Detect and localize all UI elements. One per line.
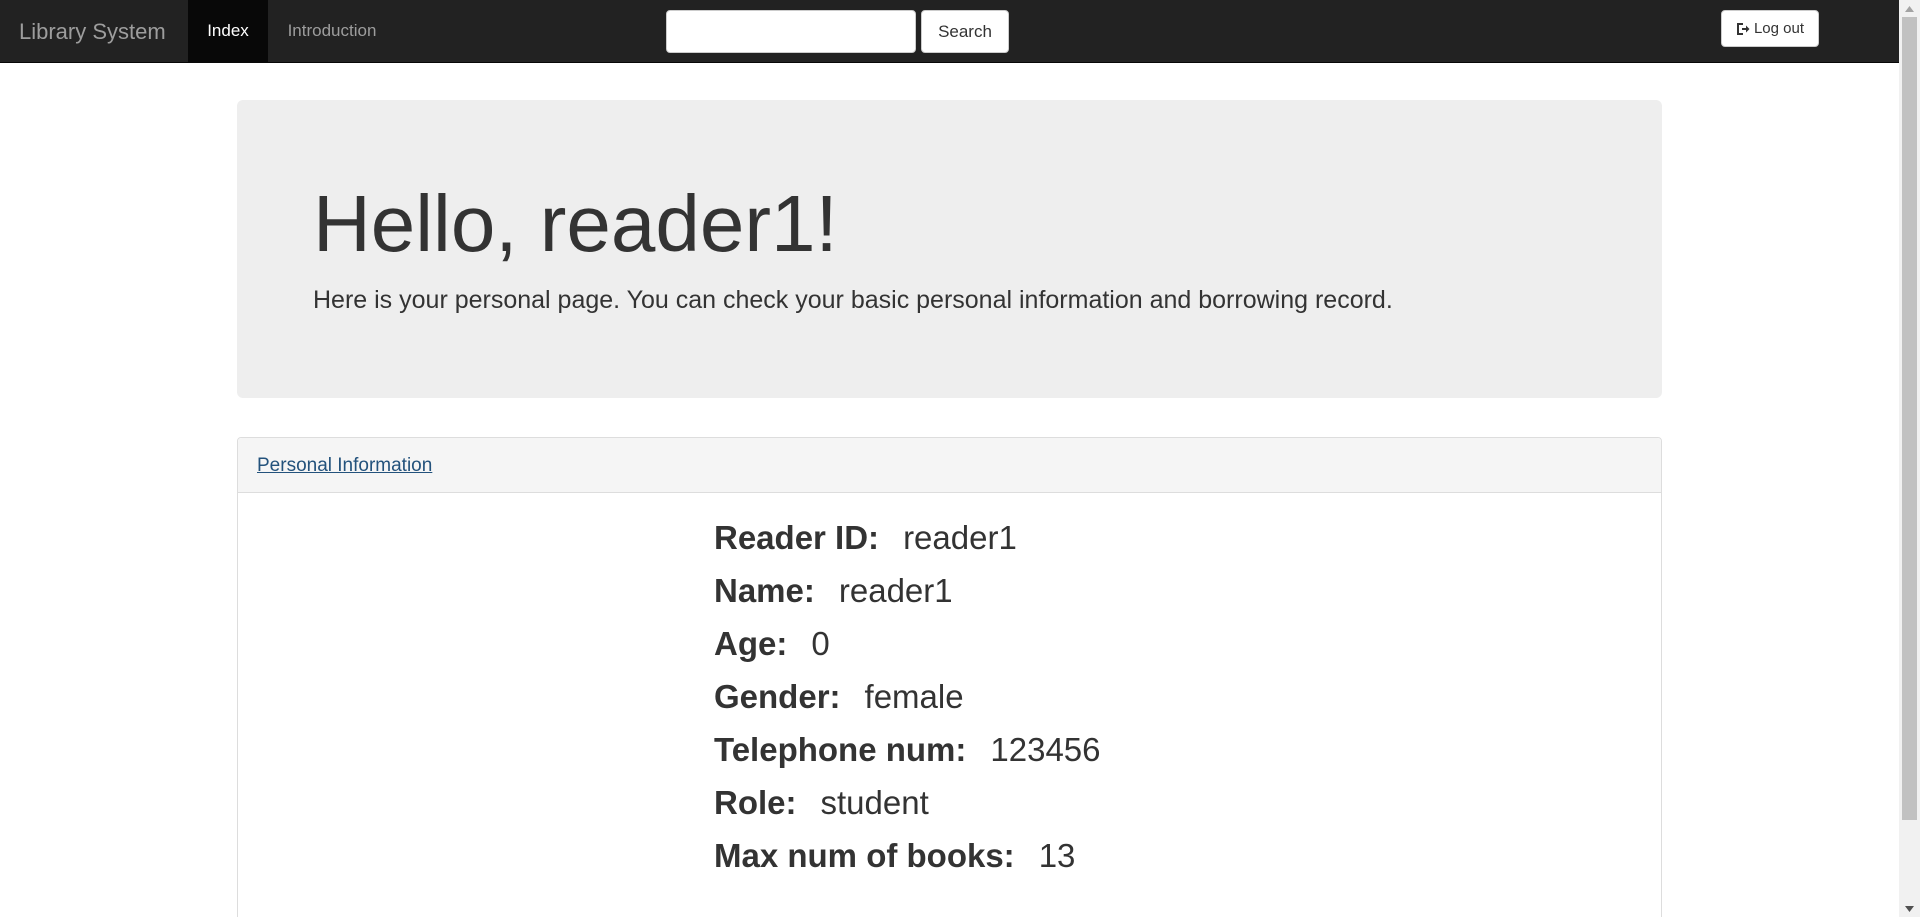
- logout-button[interactable]: Log out: [1721, 10, 1819, 47]
- greeting-subtitle: Here is your personal page. You can chec…: [313, 286, 1393, 314]
- log-out-icon: [1736, 22, 1750, 36]
- scrollbar-thumb[interactable]: [1902, 17, 1917, 820]
- top-navbar: Library System Index Introduction Search…: [0, 0, 1899, 63]
- info-value: female: [864, 678, 964, 715]
- personal-info-panel: Personal Information Reader ID: reader1 N…: [237, 437, 1662, 917]
- search-button[interactable]: Search: [921, 10, 1009, 53]
- scroll-down-arrow-icon[interactable]: [1899, 900, 1920, 917]
- greeting-banner: Hello, reader1! Here is your personal pa…: [237, 100, 1662, 398]
- personal-info-list: Reader ID: reader1 Name: reader1 Age: 0 Gen…: [714, 511, 1101, 882]
- info-value: reader1: [903, 519, 1017, 556]
- nav-item-index[interactable]: Index: [188, 0, 268, 63]
- info-label: Telephone num:: [714, 731, 967, 768]
- greeting-title: Hello, reader1!: [313, 179, 838, 268]
- personal-info-link[interactable]: Personal Information: [257, 455, 432, 476]
- brand-link[interactable]: Library System: [19, 0, 166, 63]
- info-label: Gender:: [714, 678, 841, 715]
- vertical-scrollbar[interactable]: [1899, 0, 1920, 917]
- scroll-up-arrow-icon[interactable]: [1899, 0, 1920, 17]
- info-label: Max num of books:: [714, 837, 1015, 874]
- info-value: student: [820, 784, 929, 821]
- nav-item-introduction[interactable]: Introduction: [268, 0, 396, 63]
- info-row-max-books: Max num of books: 13: [714, 829, 1101, 882]
- page: Library System Index Introduction Search…: [0, 0, 1920, 917]
- logout-label: Log out: [1753, 20, 1805, 37]
- info-label: Role:: [714, 784, 797, 821]
- info-row-age: Age: 0: [714, 617, 1101, 670]
- info-label: Age:: [714, 625, 788, 662]
- panel-heading: Personal Information: [238, 438, 1661, 493]
- info-value: 0: [811, 625, 830, 662]
- info-row-role: Role: student: [714, 776, 1101, 829]
- info-value: 13: [1038, 837, 1076, 874]
- info-value: reader1: [838, 572, 953, 609]
- info-row-gender: Gender: female: [714, 670, 1101, 723]
- info-row-name: Name: reader1: [714, 564, 1101, 617]
- info-label: Name:: [714, 572, 815, 609]
- info-row-reader-id: Reader ID: reader1: [714, 511, 1101, 564]
- info-label: Reader ID:: [714, 519, 880, 556]
- info-value: 123456: [990, 731, 1101, 768]
- info-row-telephone: Telephone num: 123456: [714, 723, 1101, 776]
- search-input[interactable]: [666, 10, 916, 53]
